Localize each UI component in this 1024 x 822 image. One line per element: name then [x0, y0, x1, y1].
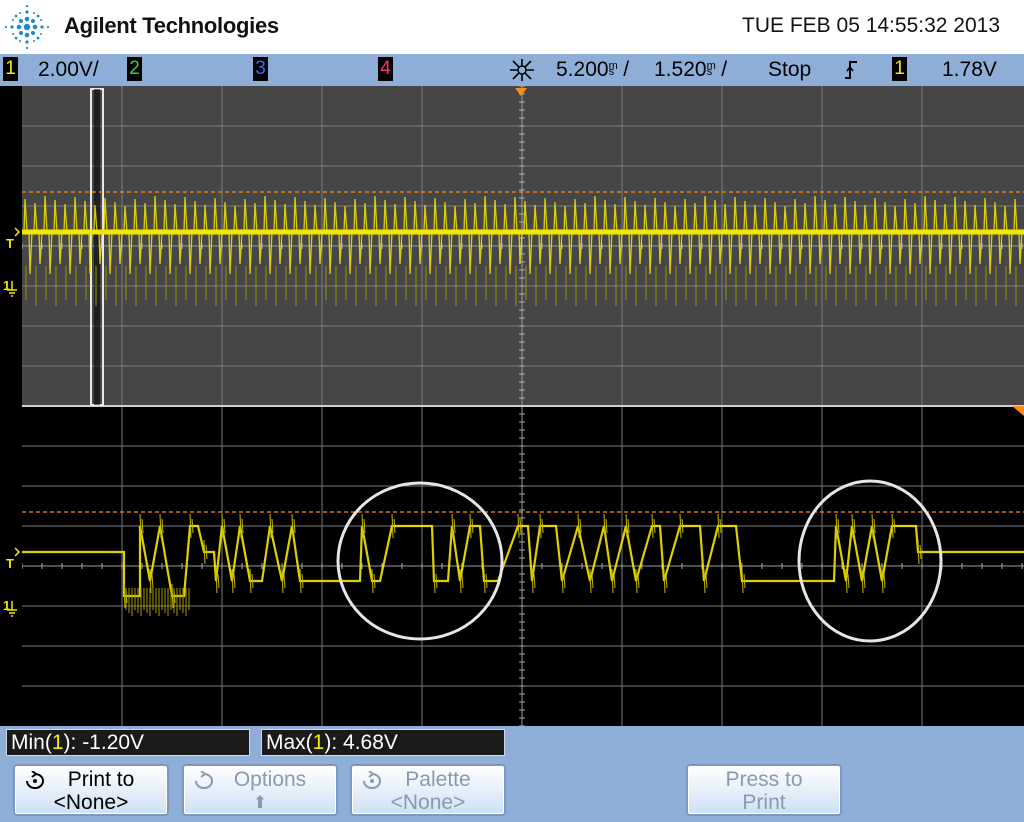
time-delay[interactable]: 5.200ms /: [556, 58, 629, 82]
status-bar: 1 2.00V/ 2 3 4 5.200ms/ 1.520ms / Stop 1 …: [0, 54, 1024, 86]
channel-3-badge[interactable]: 3: [253, 57, 268, 81]
palette-softkey[interactable]: Palette <None>: [350, 764, 506, 816]
measurement-max-channel: 1: [312, 731, 325, 754]
header: Agilent Technologies TUE FEB 05 14:55:32…: [0, 0, 1024, 54]
measurement-max-value: ): 4.68V: [324, 731, 398, 754]
options-arrow-icon: ⬆: [252, 793, 268, 812]
agilent-spark-logo-icon: [4, 4, 50, 50]
oscilloscope-display[interactable]: T T 1 1: [0, 86, 1024, 726]
print-to-value: <None>: [53, 791, 129, 814]
trigger-level[interactable]: 1.78V: [942, 58, 997, 82]
channel-1-scale[interactable]: 2.00V/: [38, 58, 99, 82]
rising-edge-icon: [845, 61, 857, 79]
palette-icon: [363, 771, 381, 789]
trigger-marker-main: T: [6, 236, 14, 251]
measurement-max-label: Max(: [266, 731, 313, 754]
left-marker-gutter: [0, 86, 22, 726]
time-scale[interactable]: 1.520ms /: [654, 58, 727, 82]
trigger-source-badge[interactable]: 1: [892, 57, 907, 81]
softkey-panel: Min(1): -1.20V Max(1): 4.68V Print to <N…: [0, 726, 1024, 822]
print-to-icon: [26, 771, 44, 789]
measurement-min-channel: 1: [51, 731, 64, 754]
trigger-marker-zoom: T: [6, 556, 14, 571]
options-softkey[interactable]: Options ⬆: [182, 764, 338, 816]
channel-2-badge[interactable]: 2: [127, 57, 142, 81]
run-state[interactable]: Stop: [768, 58, 811, 82]
press-to-print-softkey[interactable]: Press to Print: [686, 764, 842, 816]
brand-name: Agilent Technologies: [64, 13, 279, 38]
press-to-print-label-2: Print: [742, 791, 786, 814]
date-time: TUE FEB 05 14:55:32 2013: [742, 14, 1000, 37]
measurement-min-value: ): -1.20V: [63, 731, 145, 754]
print-to-softkey[interactable]: Print to <None>: [13, 764, 169, 816]
press-to-print-label: Press to: [725, 768, 803, 791]
channel-1-badge[interactable]: 1: [3, 57, 18, 81]
measurement-max[interactable]: Max(1): 4.68V: [261, 729, 505, 756]
channel-4-badge[interactable]: 4: [378, 57, 393, 81]
measurement-min[interactable]: Min(1): -1.20V: [6, 729, 250, 756]
acquisition-zoom-icon: [510, 59, 534, 81]
options-icon: [195, 771, 213, 789]
waveform-area[interactable]: T T 1 1: [0, 86, 1024, 726]
measurement-min-label: Min(: [11, 731, 52, 754]
palette-value: <None>: [390, 791, 466, 814]
